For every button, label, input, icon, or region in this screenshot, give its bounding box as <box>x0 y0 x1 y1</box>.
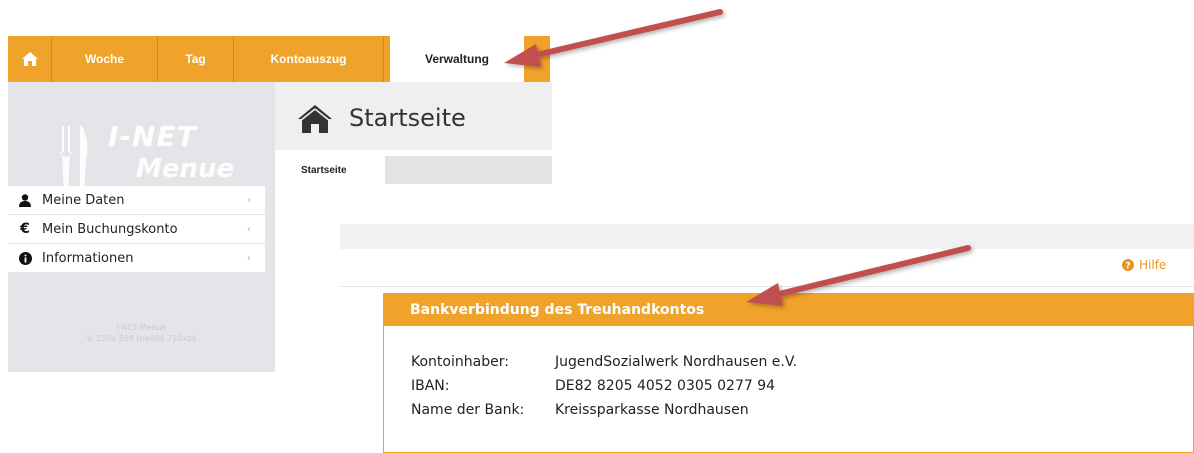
bank-row-value: DE82 8205 4052 0305 0277 94 <box>555 378 776 394</box>
help-link[interactable]: ? Hilfe <box>1122 258 1166 272</box>
bank-row-value: Kreissparkasse Nordhausen <box>555 402 749 418</box>
bank-row-kontoinhaber: Kontoinhaber: JugendSozialwerk Nordhause… <box>411 354 797 370</box>
breadcrumb-item-startseite[interactable]: Startseite <box>275 156 385 184</box>
sidebar-item-label: Informationen <box>42 250 134 266</box>
home-icon <box>21 52 38 66</box>
tab-woche[interactable]: Woche <box>52 36 158 82</box>
tab-tag-label: Tag <box>185 52 206 66</box>
tab-kontoauszug-label: Kontoauszug <box>270 52 347 66</box>
tab-verwaltung[interactable]: Verwaltung <box>390 36 524 82</box>
chevron-left-icon: ‹ <box>247 252 251 264</box>
home-icon <box>298 105 332 133</box>
breadcrumb-label: Startseite <box>301 164 347 176</box>
bank-row-label: Kontoinhaber: <box>411 354 509 370</box>
euro-icon: € <box>20 221 30 237</box>
logo-line-2: Menue <box>136 154 235 184</box>
info-icon <box>8 251 42 265</box>
svg-text:?: ? <box>1125 261 1130 271</box>
toolbar-strip <box>340 224 1194 249</box>
chevron-left-icon: ‹ <box>247 194 251 206</box>
chevron-left-icon: ‹ <box>247 223 251 235</box>
home-tab[interactable] <box>8 36 52 82</box>
tab-woche-label: Woche <box>84 52 125 66</box>
divider <box>340 286 1194 287</box>
footer-version: V. 150x 598 ma604 710xz4 <box>86 334 197 343</box>
bank-panel-title: Bankverbindung des Treuhandkontos <box>384 294 1193 326</box>
sidebar-item-label: Meine Daten <box>42 192 125 208</box>
footer-app-name: I-NET-Menue <box>116 323 167 332</box>
bank-row-bank-name: Name der Bank: Kreissparkasse Nordhausen <box>411 402 749 418</box>
top-nav-bar: Woche Tag Kontoauszug Verwaltung <box>8 36 550 82</box>
logo-line-1: I-NET <box>108 120 197 153</box>
sidebar: I-NET Menue Meine Daten ‹ € Mein Buchung… <box>8 82 275 372</box>
bank-row-value: JugendSozialwerk Nordhausen e.V. <box>555 354 798 370</box>
bank-row-label: IBAN: <box>411 378 450 394</box>
tab-verwaltung-label: Verwaltung <box>424 52 489 66</box>
sidebar-menu: Meine Daten ‹ € Mein Buchungskonto ‹ Inf… <box>8 186 265 273</box>
tab-tag[interactable]: Tag <box>158 36 234 82</box>
sidebar-item-informationen[interactable]: Informationen ‹ <box>8 244 265 273</box>
sidebar-item-label: Mein Buchungskonto <box>42 221 178 237</box>
bank-details-panel: Bankverbindung des Treuhandkontos Kontoi… <box>383 293 1194 453</box>
sidebar-footer: I-NET-Menue V. 150x 598 ma604 710xz4 <box>8 322 275 344</box>
breadcrumb-arrow <box>375 156 385 184</box>
cutlery-logo-icon <box>60 126 88 192</box>
page-title: Startseite <box>349 104 466 132</box>
page-header: Startseite <box>275 82 552 150</box>
sidebar-item-mein-buchungskonto[interactable]: € Mein Buchungskonto ‹ <box>8 215 265 244</box>
help-icon: ? <box>1122 259 1134 271</box>
user-icon <box>8 193 42 207</box>
breadcrumb: Startseite <box>275 156 552 184</box>
tab-kontoauszug[interactable]: Kontoauszug <box>234 36 384 82</box>
sidebar-item-meine-daten[interactable]: Meine Daten ‹ <box>8 186 265 215</box>
help-label: Hilfe <box>1139 258 1167 272</box>
app-logo: I-NET Menue <box>8 92 275 192</box>
bank-row-iban: IBAN: DE82 8205 4052 0305 0277 94 <box>411 378 775 394</box>
bank-row-label: Name der Bank: <box>411 402 525 418</box>
